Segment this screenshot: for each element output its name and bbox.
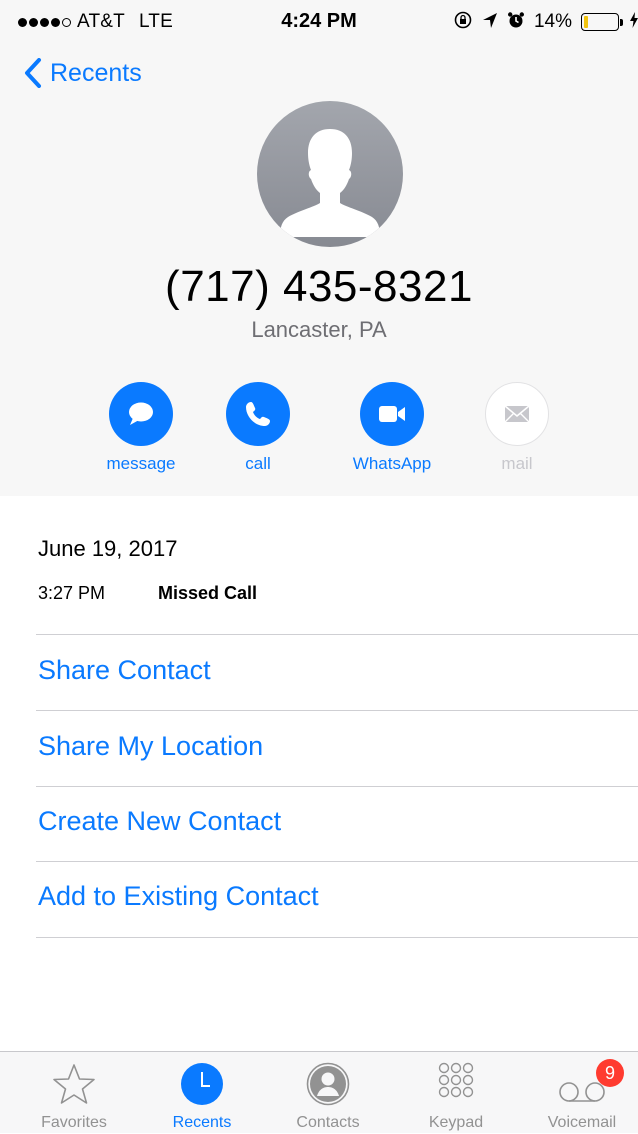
- charging-bolt-icon: [630, 11, 638, 33]
- location-arrow-icon: [482, 11, 498, 33]
- keypad-icon: [438, 1062, 474, 1098]
- tab-contacts[interactable]: Contacts: [264, 1052, 392, 1134]
- back-label: Recents: [50, 58, 142, 87]
- person-silhouette-icon: [280, 129, 380, 237]
- phone-number: (717) 435-8321: [165, 262, 473, 311]
- status-right: 14%: [453, 10, 638, 34]
- envelope-icon: [504, 405, 530, 423]
- divider: [36, 937, 638, 938]
- voicemail-badge: 9: [596, 1059, 624, 1087]
- tab-recents[interactable]: Recents: [138, 1052, 266, 1134]
- star-icon: [53, 1064, 95, 1104]
- message-button[interactable]: message: [86, 382, 196, 474]
- whatsapp-button-circle: [360, 382, 424, 446]
- call-type: Missed Call: [158, 583, 258, 603]
- clock-icon: [181, 1063, 223, 1105]
- battery-icon: [581, 13, 623, 31]
- avatar: [257, 101, 403, 247]
- call-label: call: [245, 454, 271, 473]
- status-bar: AT&T LTE 4:24 PM 14%: [0, 0, 638, 44]
- message-label: message: [106, 454, 176, 473]
- mail-button-circle: [485, 382, 549, 446]
- back-button[interactable]: Recents: [24, 58, 142, 88]
- tab-label: Contacts: [296, 1114, 360, 1131]
- share-location-button[interactable]: Share My Location: [38, 731, 263, 762]
- divider: [36, 786, 638, 787]
- divider: [36, 861, 638, 862]
- tab-bar: Favorites Recents Contacts Keypad 9 Voic…: [0, 1051, 638, 1133]
- mail-button[interactable]: mail: [462, 382, 572, 474]
- rotation-lock-icon: [453, 10, 473, 34]
- add-to-existing-contact-button[interactable]: Add to Existing Contact: [38, 881, 319, 912]
- divider: [36, 710, 638, 711]
- caller-location: Lancaster, PA: [251, 317, 387, 342]
- call-button[interactable]: call: [203, 382, 313, 474]
- chevron-left-icon: [25, 58, 41, 88]
- alarm-clock-icon: [507, 11, 525, 33]
- share-contact-button[interactable]: Share Contact: [38, 655, 211, 686]
- message-bubble-icon: [129, 402, 153, 425]
- call-date: June 19, 2017: [38, 536, 178, 561]
- call-button-circle: [226, 382, 290, 446]
- tab-label: Voicemail: [547, 1114, 617, 1131]
- divider: [36, 634, 638, 635]
- tab-favorites[interactable]: Favorites: [10, 1052, 138, 1134]
- tab-label: Favorites: [41, 1114, 107, 1131]
- call-time: 3:27 PM: [38, 583, 106, 603]
- tab-voicemail[interactable]: 9 Voicemail: [518, 1052, 638, 1134]
- whatsapp-label: WhatsApp: [352, 454, 432, 473]
- whatsapp-button[interactable]: WhatsApp: [337, 382, 447, 474]
- video-camera-icon: [379, 406, 405, 422]
- battery-percentage: 14%: [533, 11, 572, 32]
- tab-label: Recents: [172, 1114, 232, 1131]
- message-button-circle: [109, 382, 173, 446]
- phone-icon: [246, 402, 270, 426]
- tab-label: Keypad: [428, 1114, 484, 1131]
- tab-keypad[interactable]: Keypad: [392, 1052, 520, 1134]
- mail-label: mail: [501, 454, 533, 473]
- create-contact-button[interactable]: Create New Contact: [38, 806, 281, 837]
- person-circle-icon: [306, 1062, 350, 1106]
